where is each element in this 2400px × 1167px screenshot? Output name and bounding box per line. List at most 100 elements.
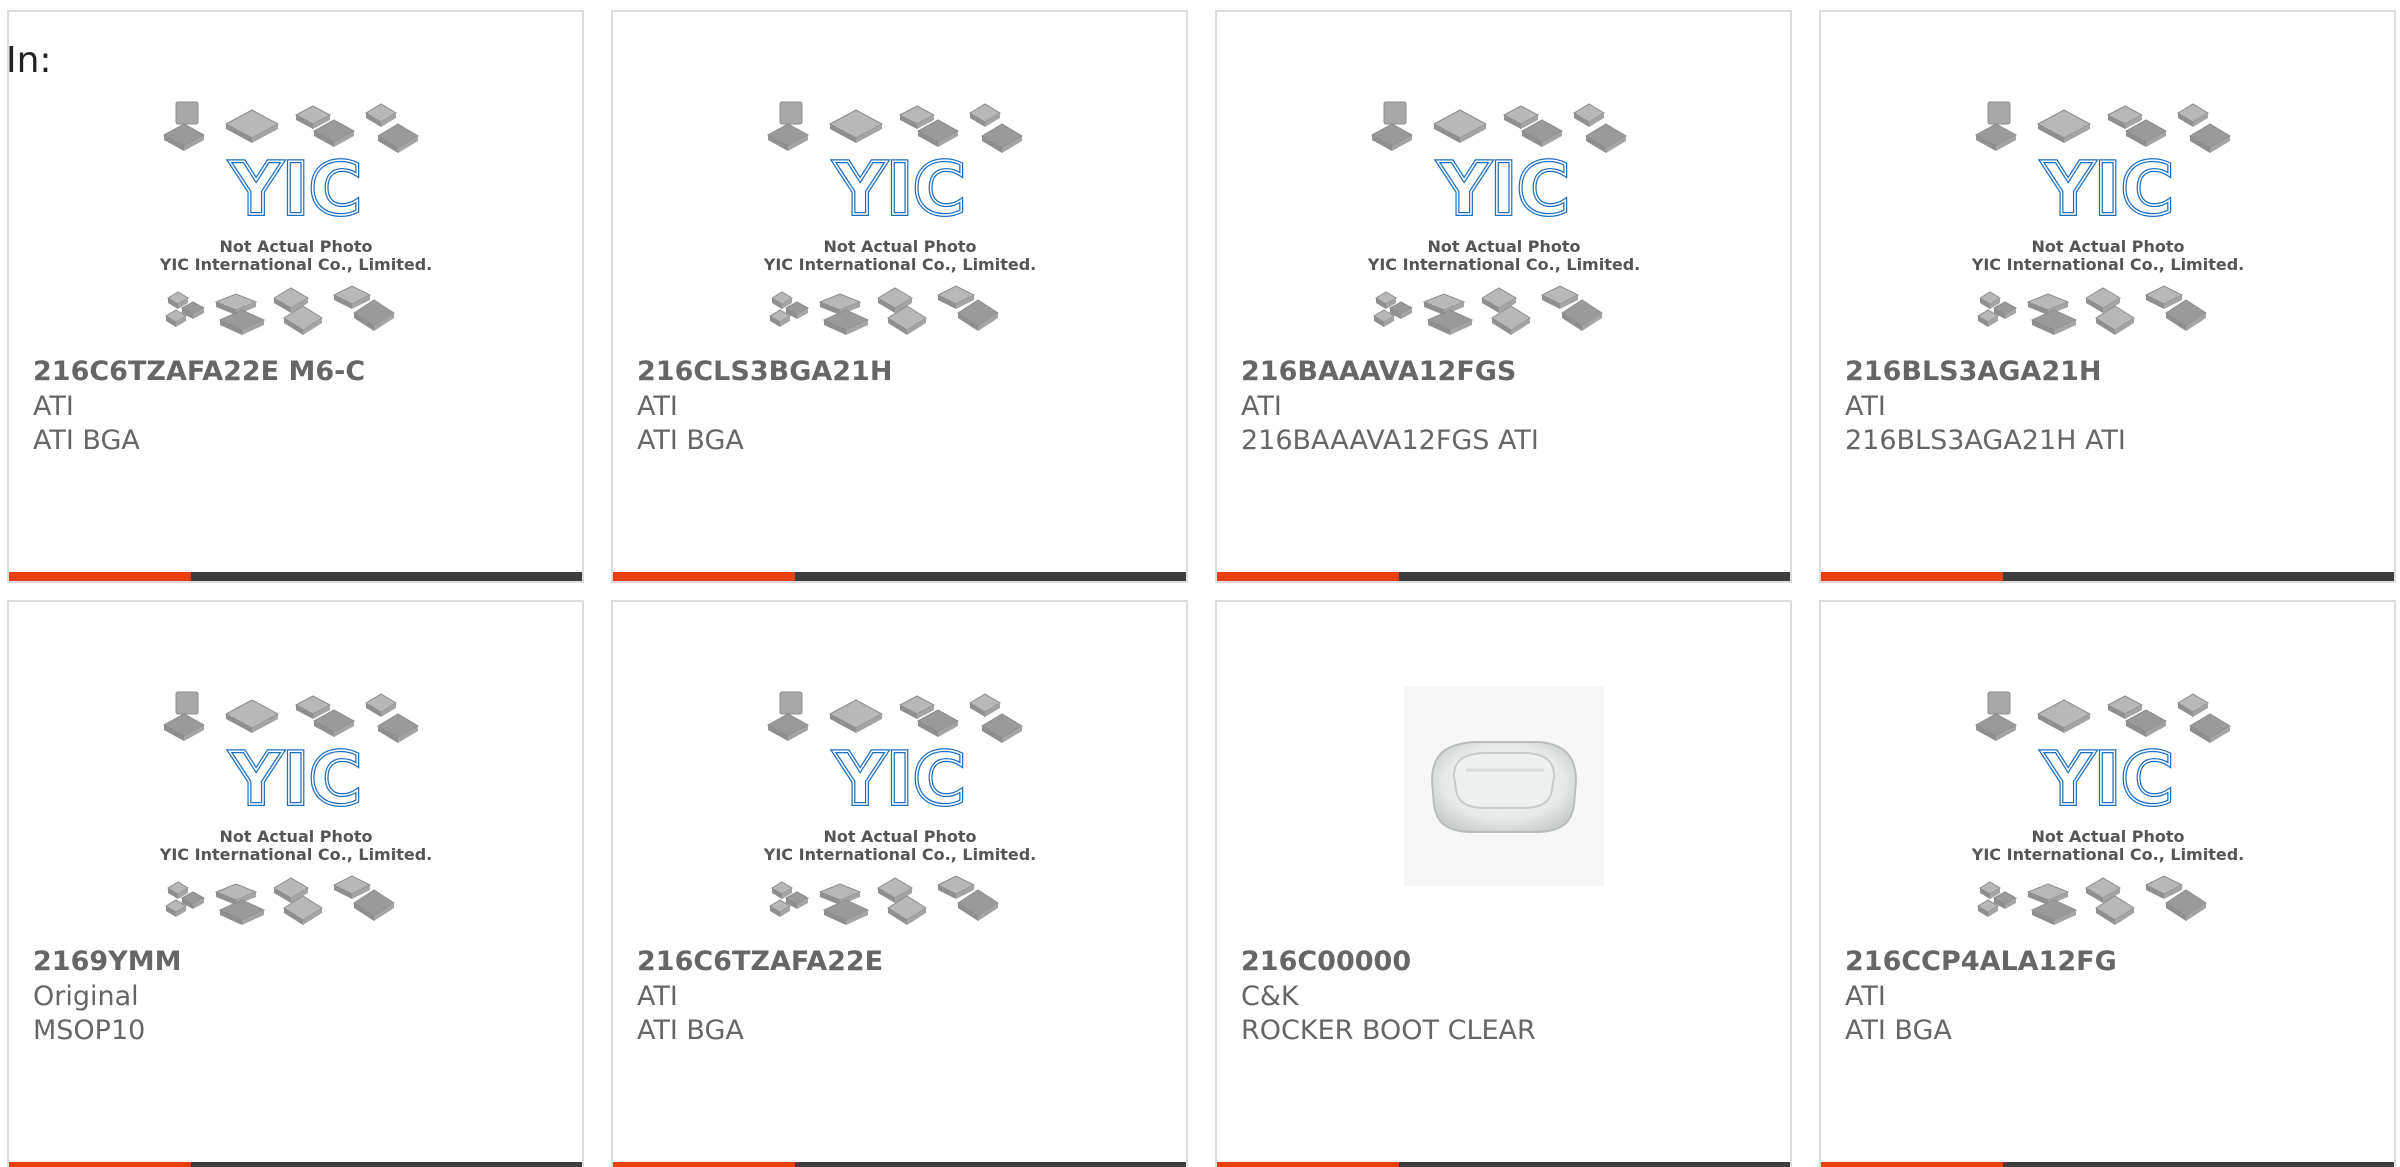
- card-accent-bar: [1217, 1162, 1399, 1167]
- part-number-link[interactable]: 216C6TZAFA22E M6-C: [33, 354, 572, 390]
- product-card[interactable]: YIC YIC Not Actual Photo YIC International …: [1819, 10, 2396, 583]
- brand-text: Original: [33, 981, 139, 1012]
- placeholder-image[interactable]: YIC YIC Not Actual Photo YIC International …: [1821, 686, 2394, 938]
- product-grid-page: In: YIC YIC Not Actual Photo YIC Internatio…: [0, 0, 2400, 1167]
- part-number-link[interactable]: 216BLS3AGA21H: [1845, 354, 2384, 390]
- part-number-link[interactable]: 216CLS3BGA21H: [637, 354, 1176, 390]
- chip-row-top: [162, 101, 419, 153]
- chip-row-top: [162, 691, 419, 743]
- brand-text: ATI: [637, 981, 678, 1012]
- product-card[interactable]: 216C00000 C&K ROCKER BOOT CLEAR: [1215, 600, 1792, 1167]
- placeholder-company: YIC International Co., Limited.: [158, 255, 431, 274]
- placeholder-company: YIC International Co., Limited.: [1970, 845, 2243, 864]
- placeholder-image[interactable]: YIC YIC Not Actual Photo YIC International …: [9, 96, 582, 348]
- card-bottom-bar: [613, 1162, 1186, 1167]
- placeholder-caption: Not Actual Photo: [823, 237, 976, 256]
- description-text: ROCKER BOOT CLEAR: [1241, 1015, 1536, 1046]
- placeholder-image[interactable]: YIC YIC Not Actual Photo YIC International …: [9, 686, 582, 938]
- product-card[interactable]: YIC YIC Not Actual Photo YIC International …: [7, 10, 584, 583]
- placeholder-caption: Not Actual Photo: [219, 237, 372, 256]
- card-bottom-bar: [9, 572, 582, 581]
- chip-row-bottom: [768, 875, 999, 925]
- part-number-link[interactable]: 216C00000: [1241, 944, 1780, 980]
- filter-label: In:: [6, 40, 52, 81]
- placeholder-caption: Not Actual Photo: [2031, 237, 2184, 256]
- yic-logo-inner: YIC: [833, 147, 966, 231]
- placeholder-company: YIC International Co., Limited.: [158, 845, 431, 864]
- not-actual-photo-graphic: YICYICNot Actual PhotoYIC International …: [762, 691, 1036, 925]
- chip-row-bottom: [164, 285, 395, 335]
- not-actual-photo-graphic: YICYICNot Actual PhotoYIC International …: [158, 101, 432, 335]
- brand-text: ATI: [1845, 981, 1886, 1012]
- placeholder-image[interactable]: YIC YIC Not Actual Photo YIC International …: [613, 96, 1186, 348]
- description-text: 216BLS3AGA21H ATI: [1845, 425, 2126, 456]
- part-number-link[interactable]: 216CCP4ALA12FG: [1845, 944, 2384, 980]
- yic-logo-inner: YIC: [2041, 737, 2174, 821]
- not-actual-photo-graphic: YICYICNot Actual PhotoYIC International …: [1366, 101, 1640, 335]
- product-card[interactable]: YIC YIC Not Actual Photo YIC International …: [611, 600, 1188, 1167]
- chip-row-top: [766, 691, 1023, 743]
- description-text: 216BAAAVA12FGS ATI: [1241, 425, 1539, 456]
- card-accent-bar: [1821, 1162, 2003, 1167]
- placeholder-caption: Not Actual Photo: [823, 827, 976, 846]
- chip-row-bottom: [164, 875, 395, 925]
- placeholder-company: YIC International Co., Limited.: [762, 845, 1035, 864]
- description-text: ATI BGA: [33, 425, 140, 456]
- product-card[interactable]: YIC YIC Not Actual Photo YIC International …: [7, 600, 584, 1167]
- chip-row-top: [766, 101, 1023, 153]
- chip-row-bottom: [768, 285, 999, 335]
- brand-text: ATI: [637, 391, 678, 422]
- product-card[interactable]: YIC YIC Not Actual Photo YIC International …: [611, 10, 1188, 583]
- card-bottom-bar: [1821, 1162, 2394, 1167]
- part-number-link[interactable]: 2169YMM: [33, 944, 572, 980]
- card-bottom-bar: [613, 572, 1186, 581]
- not-actual-photo-graphic: YICYICNot Actual PhotoYIC International …: [1970, 691, 2244, 925]
- chip-row-top: [1974, 101, 2231, 153]
- card-bottom-bar: [1821, 572, 2394, 581]
- card-bottom-bar: [1217, 1162, 1790, 1167]
- card-accent-bar: [9, 1162, 191, 1167]
- not-actual-photo-graphic: YICYICNot Actual PhotoYIC International …: [762, 101, 1036, 335]
- not-actual-photo-graphic: YICYICNot Actual PhotoYIC International …: [1970, 101, 2244, 335]
- card-accent-bar: [1217, 572, 1399, 581]
- brand-text: ATI: [1241, 391, 1282, 422]
- yic-logo-inner: YIC: [229, 737, 362, 821]
- chip-row-bottom: [1976, 285, 2207, 335]
- chip-row-bottom: [1372, 285, 1603, 335]
- card-bottom-bar: [9, 1162, 582, 1167]
- placeholder-image[interactable]: YIC YIC Not Actual Photo YIC International …: [1217, 96, 1790, 348]
- rocker-boot-image: [1403, 686, 1604, 886]
- placeholder-caption: Not Actual Photo: [2031, 827, 2184, 846]
- placeholder-caption: Not Actual Photo: [219, 827, 372, 846]
- product-card[interactable]: YIC YIC Not Actual Photo YIC International …: [1819, 600, 2396, 1167]
- part-number-link[interactable]: 216C6TZAFA22E: [637, 944, 1176, 980]
- product-card[interactable]: YIC YIC Not Actual Photo YIC International …: [1215, 10, 1792, 583]
- card-accent-bar: [1821, 572, 2003, 581]
- description-text: ATI BGA: [1845, 1015, 1952, 1046]
- part-number-link[interactable]: 216BAAAVA12FGS: [1241, 354, 1780, 390]
- card-bottom-bar: [1217, 572, 1790, 581]
- brand-text: ATI: [33, 391, 74, 422]
- card-accent-bar: [613, 1162, 795, 1167]
- not-actual-photo-graphic: YICYICNot Actual PhotoYIC International …: [158, 691, 432, 925]
- description-text: MSOP10: [33, 1015, 146, 1046]
- placeholder-company: YIC International Co., Limited.: [1366, 255, 1639, 274]
- yic-logo-inner: YIC: [2041, 147, 2174, 231]
- description-text: ATI BGA: [637, 425, 744, 456]
- placeholder-caption: Not Actual Photo: [1427, 237, 1580, 256]
- chip-row-top: [1974, 691, 2231, 743]
- yic-logo-inner: YIC: [833, 737, 966, 821]
- card-accent-bar: [9, 572, 191, 581]
- brand-text: ATI: [1845, 391, 1886, 422]
- brand-text: C&K: [1241, 981, 1299, 1012]
- yic-logo-inner: YIC: [229, 147, 362, 231]
- placeholder-image[interactable]: YIC YIC Not Actual Photo YIC International …: [1821, 96, 2394, 348]
- placeholder-image[interactable]: YIC YIC Not Actual Photo YIC International …: [613, 686, 1186, 938]
- card-accent-bar: [613, 572, 795, 581]
- description-text: ATI BGA: [637, 1015, 744, 1046]
- placeholder-company: YIC International Co., Limited.: [1970, 255, 2243, 274]
- chip-row-top: [1370, 101, 1627, 153]
- rocker-boot-photo[interactable]: [1217, 686, 1790, 938]
- yic-logo-inner: YIC: [1437, 147, 1570, 231]
- placeholder-company: YIC International Co., Limited.: [762, 255, 1035, 274]
